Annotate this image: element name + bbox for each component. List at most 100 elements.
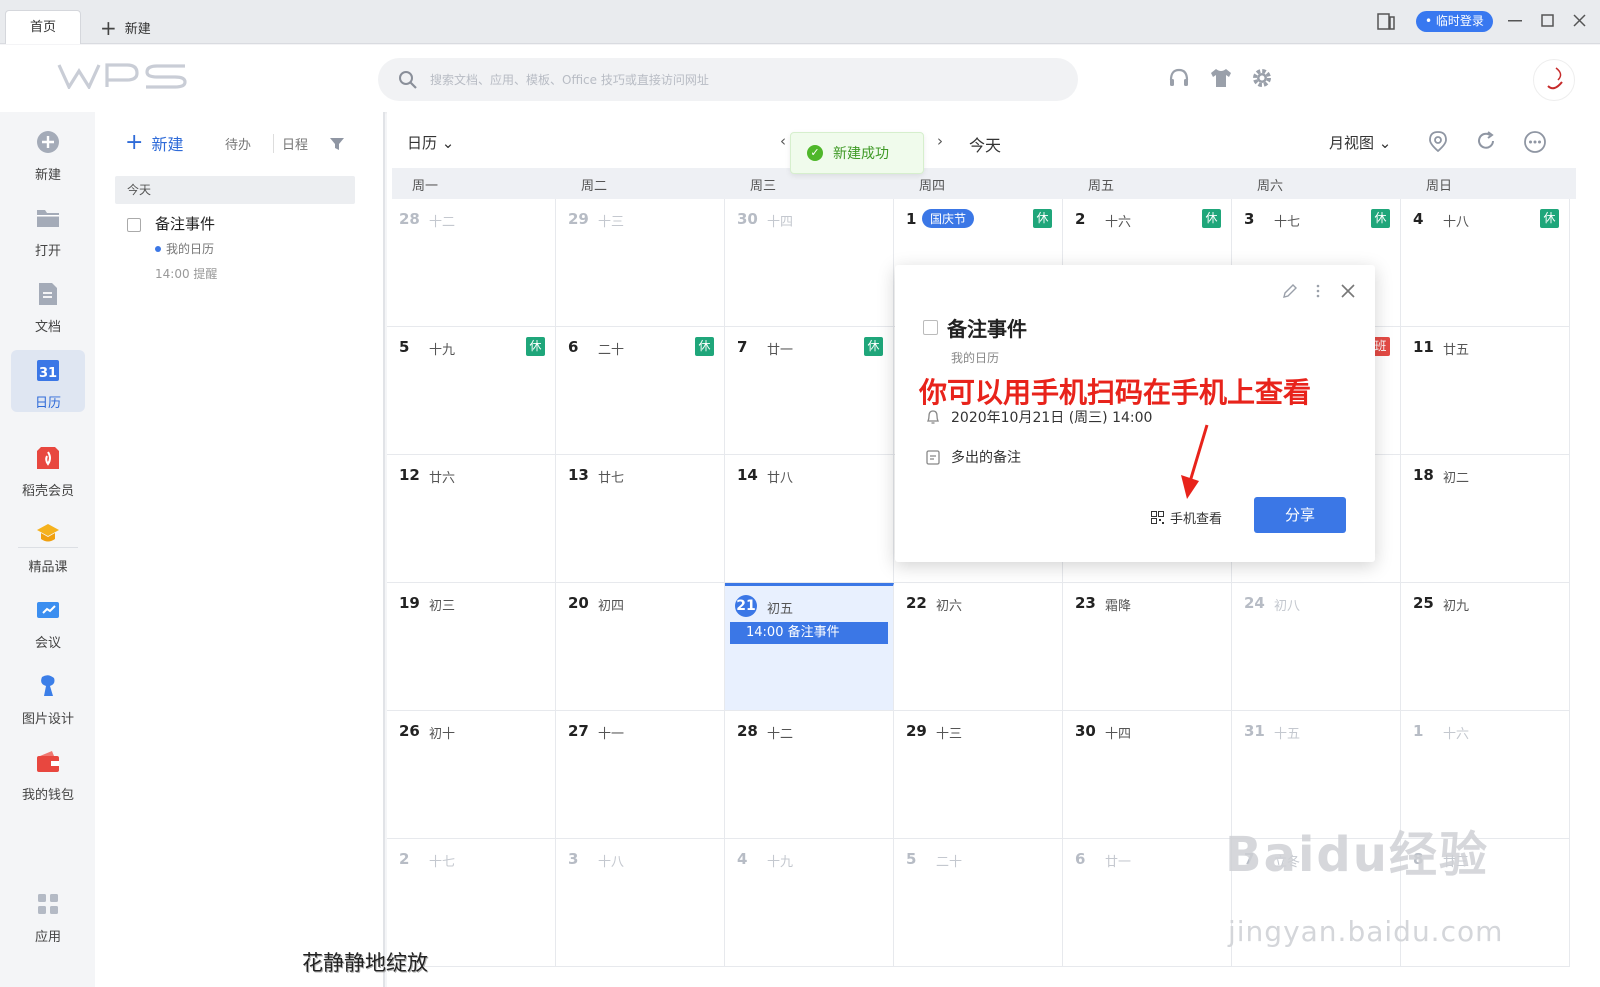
tab-home[interactable]: 首页 — [5, 10, 81, 44]
tab-schedule[interactable]: 日程 — [273, 134, 308, 153]
lunar-date: 十八 — [598, 855, 625, 870]
day-cell[interactable]: 13 廿七 — [556, 455, 725, 583]
calendar-color-dot — [155, 245, 161, 252]
weekday-label: 周一 — [412, 179, 439, 194]
search-bar[interactable]: 搜索文档、应用、模板、Office 技巧或直接访问网址 — [378, 58, 1078, 101]
tab-todo[interactable]: 待办 — [225, 134, 251, 153]
sidebar-item-documents[interactable]: 文档 — [11, 274, 85, 336]
sidebar-item-apps[interactable]: 应用 — [11, 884, 85, 946]
weekday-label: 周二 — [581, 179, 608, 194]
day-cell[interactable]: 14 廿八 — [725, 455, 894, 583]
more-options-icon[interactable] — [1523, 130, 1547, 154]
sidebar-item-label: 图片设计 — [21, 712, 74, 727]
day-cell[interactable]: 12 廿六 — [387, 455, 556, 583]
more-vertical-icon[interactable] — [1315, 283, 1321, 299]
close-window-icon[interactable] — [1573, 14, 1586, 27]
day-cell[interactable]: 3 十八 — [556, 839, 725, 967]
day-cell[interactable]: 6 廿一 — [1063, 839, 1232, 967]
prev-month-button[interactable]: ‹ — [780, 132, 786, 150]
day-cell[interactable]: 19 初三 — [387, 583, 556, 711]
close-icon[interactable] — [1340, 283, 1356, 299]
check-circle-icon: ✓ — [807, 145, 823, 161]
today-button[interactable]: 今天 — [969, 132, 1001, 156]
skin-shirt-icon[interactable] — [1209, 67, 1233, 89]
settings-gear-icon[interactable] — [1251, 67, 1273, 89]
search-icon — [399, 70, 417, 89]
watermark-brand: Baidu经验 — [1225, 827, 1489, 883]
minimize-icon[interactable] — [1508, 20, 1522, 22]
new-event-button[interactable]: + 新建 — [125, 131, 183, 155]
day-cell[interactable]: 6 二十 休 — [556, 327, 725, 455]
day-cell[interactable]: 28 十二 — [387, 199, 556, 327]
day-cell[interactable]: 5 十九 休 — [387, 327, 556, 455]
sidebar-item-new[interactable]: 新建 — [11, 122, 85, 184]
lunar-date: 廿五 — [1443, 343, 1470, 358]
event-complete-checkbox[interactable] — [923, 320, 938, 335]
docer-icon — [37, 447, 59, 469]
month-view-selector[interactable]: 月视图 ⌄ — [1329, 132, 1391, 153]
search-placeholder: 搜索文档、应用、模板、Office 技巧或直接访问网址 — [430, 73, 709, 87]
month-view-label: 月视图 — [1329, 134, 1375, 152]
todo-panel: + 新建 待办 日程 今天 备注事件 我的日历 14:00 提醒 — [95, 112, 385, 987]
sidebar-item-meeting[interactable]: 会议 — [11, 590, 85, 652]
date-number: 18 — [1413, 466, 1434, 484]
popup-note-row: 多出的备注 — [925, 447, 1021, 467]
tab-new-button[interactable]: + 新建 — [100, 18, 151, 38]
event-checkbox[interactable] — [127, 218, 141, 232]
day-cell[interactable]: 11 廿五 — [1401, 327, 1570, 455]
sidebar-item-open[interactable]: 打开 — [11, 198, 85, 260]
mobile-view-button[interactable]: 手机查看 — [1151, 508, 1222, 527]
sidebar-item-image-design[interactable]: 图片设计 — [11, 666, 85, 728]
weekday-label: 周三 — [750, 179, 777, 194]
holiday-badge: 休 — [695, 337, 714, 356]
refresh-icon[interactable] — [1475, 130, 1497, 152]
day-cell[interactable]: 25 初九 — [1401, 583, 1570, 711]
tablet-mode-icon[interactable] — [1377, 13, 1395, 30]
sidebar-item-wallet[interactable]: 我的钱包 — [11, 742, 85, 804]
sidebar-item-courses[interactable]: 精品课 — [11, 514, 85, 576]
day-cell[interactable]: 29 十三 — [894, 711, 1063, 839]
day-cell[interactable]: 24 初八 — [1232, 583, 1401, 711]
sidebar-item-calendar[interactable]: 31 日历 — [11, 350, 85, 412]
footer-caption: 花静静地绽放 — [302, 951, 428, 975]
day-cell[interactable]: 28 十二 — [725, 711, 894, 839]
calendar-icon: 31 — [37, 360, 59, 381]
day-cell[interactable]: 20 初四 — [556, 583, 725, 711]
day-cell[interactable]: 26 初十 — [387, 711, 556, 839]
day-cell[interactable]: 23 霜降 — [1063, 583, 1232, 711]
lunar-date: 廿一 — [767, 343, 794, 358]
day-cell[interactable]: 27 十一 — [556, 711, 725, 839]
day-cell-today[interactable]: 21 初五 14:00 备注事件 — [725, 583, 894, 711]
success-toast: ✓ 新建成功 — [790, 132, 924, 174]
user-avatar[interactable] — [1533, 59, 1575, 101]
temporary-login-button[interactable]: • 临时登录 — [1416, 11, 1493, 32]
date-number: 19 — [399, 594, 420, 612]
day-cell[interactable]: 22 初六 — [894, 583, 1063, 711]
date-number: 3 — [568, 850, 579, 868]
headset-icon[interactable] — [1168, 67, 1190, 89]
next-month-button[interactable]: › — [937, 132, 943, 150]
holiday-badge: 休 — [1033, 209, 1052, 228]
holiday-badge: 休 — [526, 337, 545, 356]
event-chip[interactable]: 14:00 备注事件 — [730, 622, 888, 644]
day-cell[interactable]: 18 初二 — [1401, 455, 1570, 583]
day-cell[interactable]: 30 十四 — [1063, 711, 1232, 839]
filter-icon[interactable] — [330, 137, 344, 151]
day-cell[interactable]: 29 十三 — [556, 199, 725, 327]
day-cell[interactable]: 4 十九 — [725, 839, 894, 967]
maximize-icon[interactable] — [1541, 14, 1554, 27]
sidebar-item-docer-member[interactable]: 稻壳会员 — [11, 438, 85, 500]
day-cell[interactable]: 5 二十 — [894, 839, 1063, 967]
event-title[interactable]: 备注事件 — [155, 213, 215, 234]
sidebar-item-label: 我的钱包 — [21, 788, 74, 803]
day-cell[interactable]: 7 廿一 休 — [725, 327, 894, 455]
lunar-date: 十二 — [767, 727, 794, 742]
calendar-selector[interactable]: 日历 ⌄ — [407, 132, 454, 153]
share-button[interactable]: 分享 — [1254, 497, 1346, 533]
location-pin-icon[interactable] — [1427, 130, 1449, 152]
edit-pencil-icon[interactable] — [1282, 283, 1298, 299]
day-cell[interactable]: 30 十四 — [725, 199, 894, 327]
sidebar-item-label: 日历 — [34, 396, 61, 411]
day-cell[interactable]: 4 十八 休 — [1401, 199, 1570, 327]
wps-logo — [57, 63, 187, 89]
